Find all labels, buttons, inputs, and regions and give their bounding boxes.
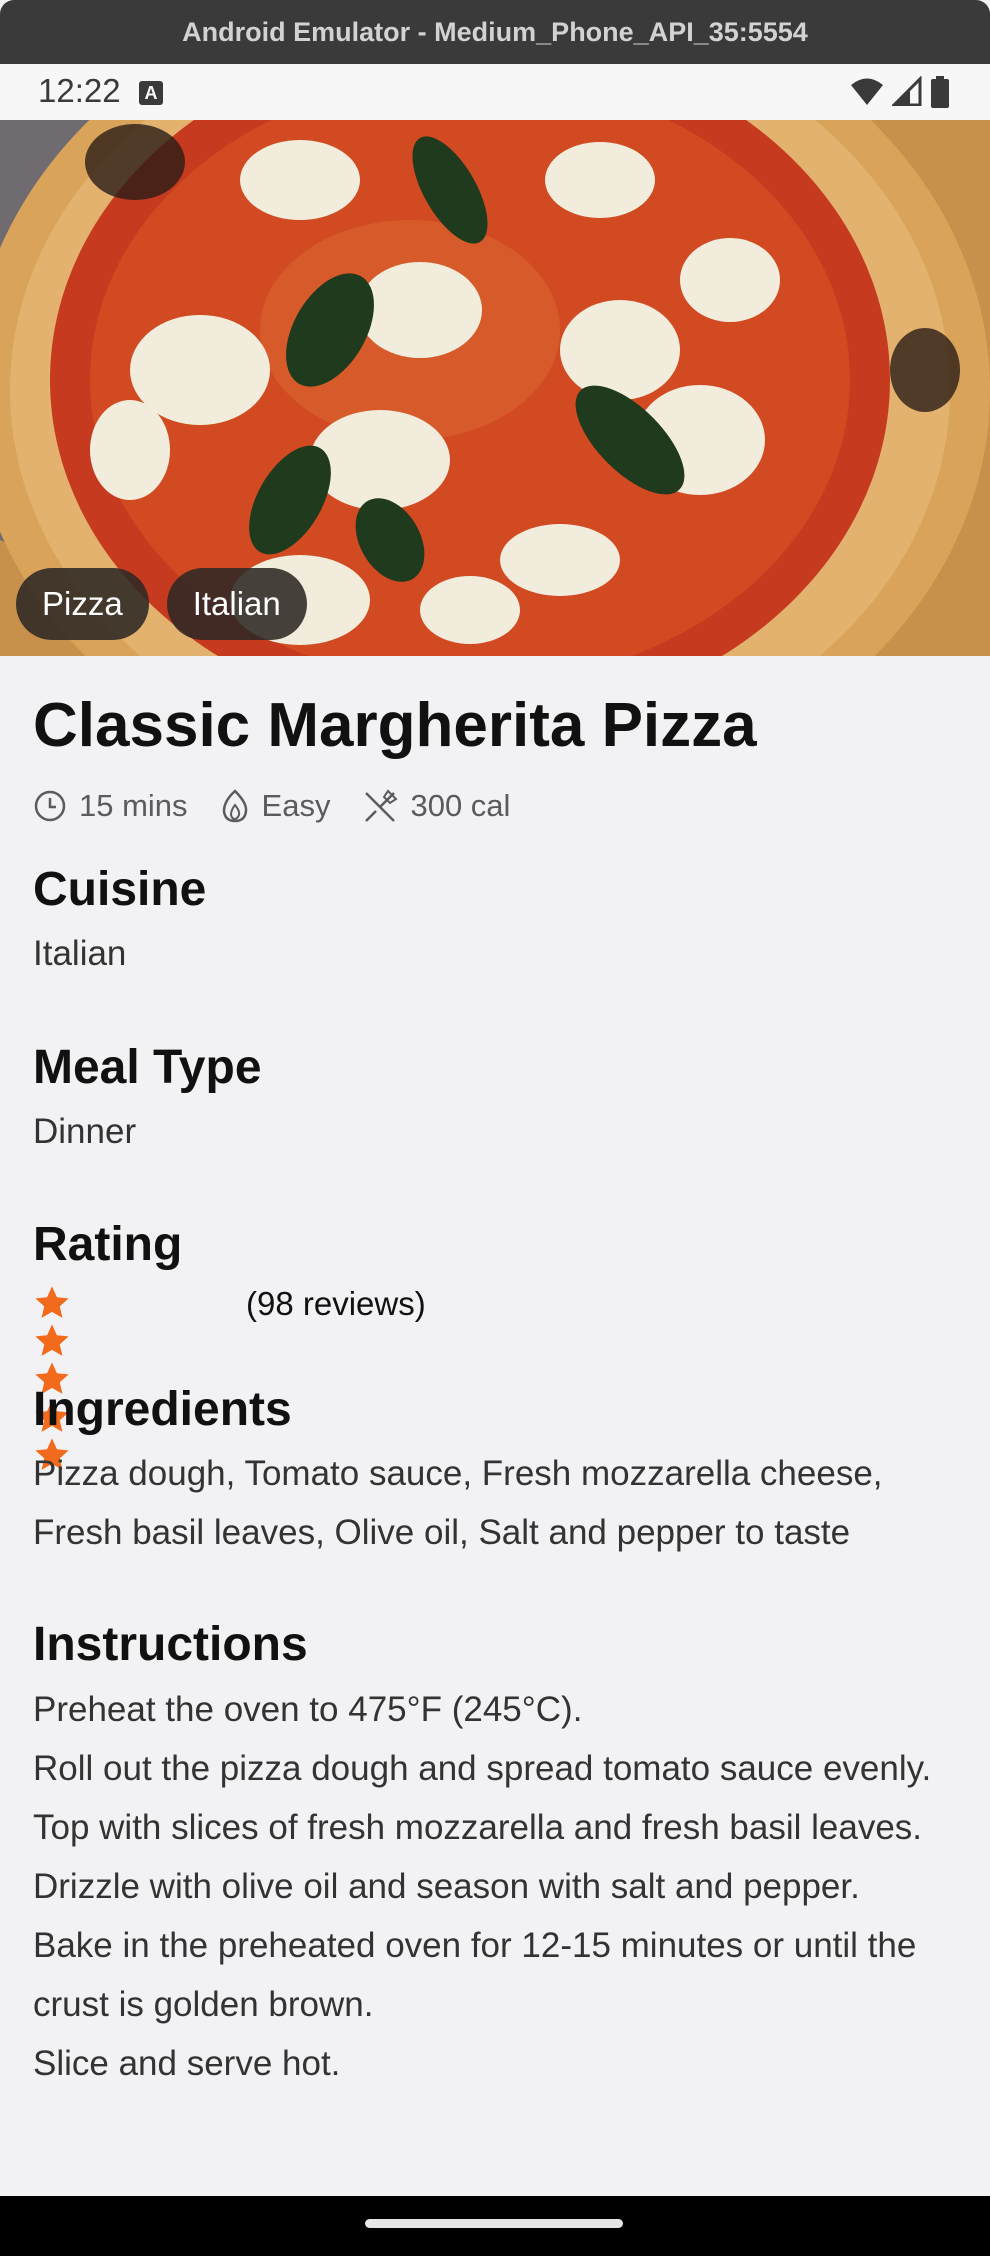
status-icons (842, 76, 950, 110)
calories: 300 cal (362, 784, 510, 828)
clock-icon (34, 790, 66, 822)
meal-type-value: Dinner (33, 1112, 137, 1151)
signal-icon (892, 76, 922, 106)
emulator-window: Android Emulator - Medium_Phone_API_35:5… (0, 0, 990, 2256)
instruction-step: Slice and serve hot. (33, 2044, 341, 2083)
difficulty: Easy (220, 784, 331, 828)
ingredients-heading: Ingredients (33, 1383, 292, 1436)
recipe-title: Classic Margherita Pizza (33, 691, 757, 760)
instructions-heading: Instructions (33, 1618, 308, 1671)
recipe-hero-image: Pizza Italian (0, 120, 990, 656)
recipe-meta: 15 mins Easy 300 cal (33, 784, 542, 828)
gesture-navigation-bar (0, 2196, 990, 2256)
instruction-step: Bake in the preheated oven for 12-15 min… (33, 1926, 917, 2024)
battery-icon (931, 76, 949, 108)
difficulty-value: Easy (261, 788, 331, 823)
instruction-step: Preheat the oven to 475°F (245°C). (33, 1690, 583, 1729)
meal-type-heading: Meal Type (33, 1041, 262, 1094)
prep-time: 15 mins (33, 784, 188, 828)
instruction-step: Roll out the pizza dough and spread toma… (33, 1749, 932, 1788)
flame-icon (222, 789, 247, 823)
instructions-list: Preheat the oven to 475°F (245°C). Roll … (33, 1680, 963, 2093)
star-icon (35, 1286, 69, 1318)
prep-time-value: 15 mins (79, 788, 188, 823)
instruction-step: Drizzle with olive oil and season with s… (33, 1867, 860, 1906)
tag-chip[interactable]: Italian (166, 568, 307, 640)
utensils-icon (365, 789, 399, 822)
cuisine-heading: Cuisine (33, 863, 207, 916)
status-bar: 12:22 A (0, 64, 990, 120)
notification-icon: A (139, 81, 163, 105)
rating-stars (33, 1284, 72, 1470)
recipe-tags: Pizza Italian (16, 568, 325, 640)
review-count: (98 reviews) (246, 1285, 426, 1322)
status-time: 12:22 (38, 72, 121, 109)
ingredients-text: Pizza dough, Tomato sauce, Fresh mozzare… (33, 1454, 883, 1552)
rating-heading: Rating (33, 1218, 183, 1271)
star-icon (35, 1324, 69, 1356)
home-handle[interactable] (365, 2219, 623, 2228)
window-title: Android Emulator - Medium_Phone_API_35:5… (0, 0, 990, 64)
calories-value: 300 cal (410, 788, 511, 823)
cuisine-value: Italian (33, 934, 127, 973)
instruction-step: Top with slices of fresh mozzarella and … (33, 1808, 923, 1847)
tag-chip[interactable]: Pizza (16, 568, 149, 640)
wifi-icon (851, 78, 883, 105)
